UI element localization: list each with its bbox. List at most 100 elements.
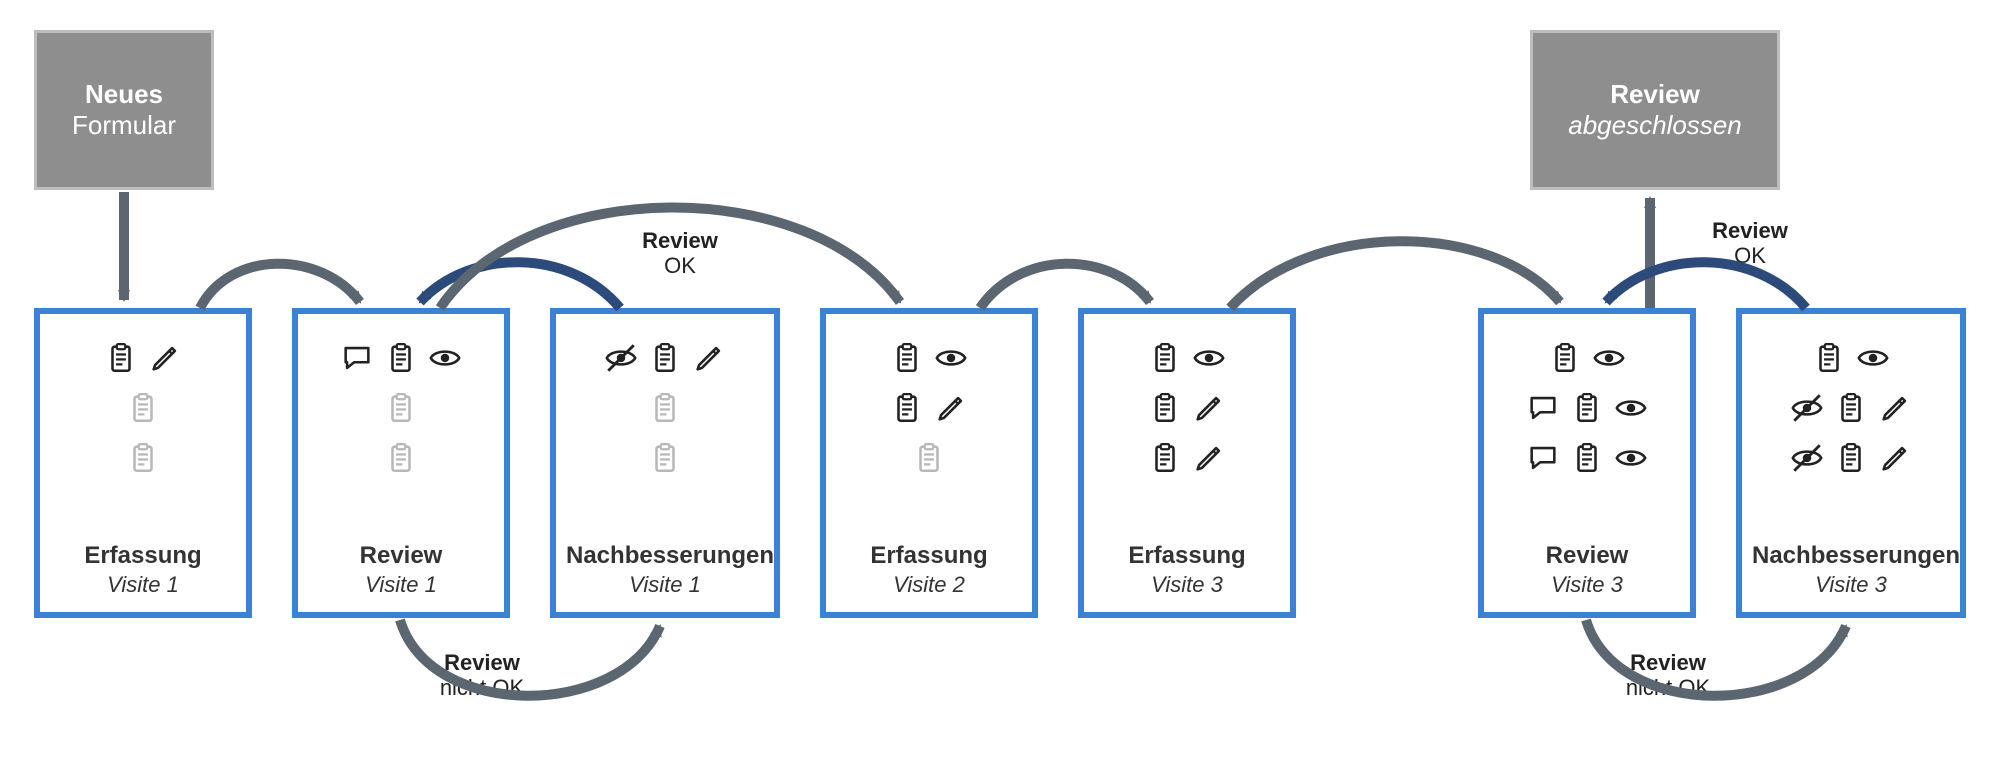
clipboard-icon [1148, 391, 1182, 425]
clipboard-icon [384, 341, 418, 375]
label-review-ok-right: Review OK [1680, 218, 1820, 269]
pencil-icon-wrap [692, 341, 726, 380]
clipboard-icon-wrap [1148, 441, 1182, 480]
box-caption: ReviewVisite 1 [308, 542, 494, 598]
icon-row [604, 340, 726, 380]
clipboard-icon-wrap [1834, 391, 1868, 430]
pencil-icon-wrap [1878, 391, 1912, 430]
box-icons [1094, 334, 1280, 532]
box-subtitle: Visite 1 [566, 572, 764, 598]
clipboard-gray-icon-wrap [384, 391, 418, 430]
eye-icon-wrap [934, 341, 968, 380]
clipboard-gray-icon-wrap [126, 441, 160, 480]
box-erfassung-v1: ErfassungVisite 1 [34, 308, 252, 618]
icon-row [648, 390, 682, 430]
pencil-icon [1192, 441, 1226, 475]
clipboard-icon [126, 441, 160, 475]
arrow-b4-to-b5 [980, 264, 1150, 308]
eye-icon [1192, 341, 1226, 375]
icon-row [912, 440, 946, 480]
eye-slash-icon-wrap [604, 341, 638, 380]
icon-row [1148, 440, 1226, 480]
start-subtitle: Formular [72, 110, 176, 141]
box-subtitle: Visite 1 [50, 572, 236, 598]
box-icons [566, 334, 764, 532]
box-nachbesserungen-v3: NachbesserungenVisite 3 [1736, 308, 1966, 618]
box-caption: NachbesserungenVisite 1 [566, 542, 764, 598]
clipboard-gray-icon-wrap [912, 441, 946, 480]
clipboard-icon [648, 441, 682, 475]
clipboard-icon [1548, 341, 1582, 375]
clipboard-icon [890, 391, 924, 425]
end-subtitle: abgeschlossen [1568, 110, 1741, 141]
clipboard-icon [1834, 391, 1868, 425]
start-title: Neues [85, 79, 163, 110]
pencil-icon-wrap [1878, 441, 1912, 480]
box-nachbesserungen-v1: NachbesserungenVisite 1 [550, 308, 780, 618]
box-title: Erfassung [50, 542, 236, 570]
pencil-icon [1192, 391, 1226, 425]
eye-icon-wrap [428, 341, 462, 380]
pencil-icon [934, 391, 968, 425]
clipboard-icon-wrap [890, 391, 924, 430]
eye-icon [1614, 441, 1648, 475]
icon-row [1790, 440, 1912, 480]
pencil-icon [692, 341, 726, 375]
eye-icon [1592, 341, 1626, 375]
comment-icon-wrap [1526, 391, 1560, 430]
box-icons [308, 334, 494, 532]
arrow-b5-to-b6 [1230, 241, 1560, 308]
eye-icon [1856, 341, 1890, 375]
clipboard-icon-wrap [1570, 441, 1604, 480]
clipboard-gray-icon-wrap [384, 441, 418, 480]
eye-icon [1614, 391, 1648, 425]
box-title: Review [1494, 542, 1680, 570]
clipboard-icon [1148, 441, 1182, 475]
box-review-v3: ReviewVisite 3 [1478, 308, 1696, 618]
box-title: Review [308, 542, 494, 570]
box-erfassung-v2: ErfassungVisite 2 [820, 308, 1038, 618]
eye-slash-icon [1790, 441, 1824, 475]
comment-icon-wrap [1526, 441, 1560, 480]
arrow-b3-to-b2 [420, 262, 620, 308]
icon-row [1526, 390, 1648, 430]
clipboard-icon-wrap [1148, 341, 1182, 380]
box-title: Erfassung [1094, 542, 1280, 570]
label-review-nok-left: Review nicht OK [402, 650, 562, 701]
box-caption: ReviewVisite 3 [1494, 542, 1680, 598]
eye-slash-icon [604, 341, 638, 375]
icon-row [890, 340, 968, 380]
box-subtitle: Visite 3 [1094, 572, 1280, 598]
box-icons [1494, 334, 1680, 532]
box-icons [1752, 334, 1950, 532]
pencil-icon-wrap [148, 341, 182, 380]
label-review-nok-right: Review nicht OK [1588, 650, 1748, 701]
clipboard-icon-wrap [1148, 391, 1182, 430]
icon-row [1148, 390, 1226, 430]
eye-slash-icon-wrap [1790, 391, 1824, 430]
clipboard-icon [384, 391, 418, 425]
box-subtitle: Visite 2 [836, 572, 1022, 598]
eye-icon [428, 341, 462, 375]
clipboard-icon-wrap [1812, 341, 1846, 380]
clipboard-icon-wrap [1570, 391, 1604, 430]
icon-row [1526, 440, 1648, 480]
box-review-v1: ReviewVisite 1 [292, 308, 510, 618]
box-icons [836, 334, 1022, 532]
box-icons [50, 334, 236, 532]
pencil-icon-wrap [1192, 441, 1226, 480]
box-caption: ErfassungVisite 2 [836, 542, 1022, 598]
clipboard-icon [1148, 341, 1182, 375]
box-caption: ErfassungVisite 1 [50, 542, 236, 598]
pencil-icon [1878, 441, 1912, 475]
eye-icon-wrap [1592, 341, 1626, 380]
icon-row [126, 390, 160, 430]
clipboard-icon [1570, 391, 1604, 425]
clipboard-gray-icon-wrap [648, 441, 682, 480]
clipboard-icon [648, 391, 682, 425]
clipboard-gray-icon-wrap [126, 391, 160, 430]
pencil-icon-wrap [934, 391, 968, 430]
box-title: Erfassung [836, 542, 1022, 570]
arrow-b1-to-b2 [200, 264, 360, 308]
eye-icon-wrap [1614, 441, 1648, 480]
